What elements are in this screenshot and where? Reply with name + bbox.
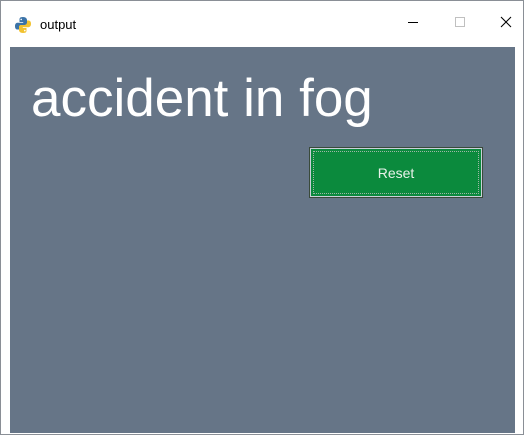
reset-button[interactable]: Reset — [309, 147, 483, 198]
maximize-icon — [454, 15, 466, 33]
maximize-button[interactable] — [437, 1, 483, 47]
python-icon — [14, 16, 32, 34]
minimize-button[interactable] — [390, 1, 436, 47]
minimize-icon — [407, 15, 419, 33]
title-bar[interactable]: output — [1, 1, 523, 47]
close-icon — [500, 15, 512, 33]
reset-button-label: Reset — [377, 164, 415, 181]
content-area: accident in fog Reset — [10, 47, 515, 433]
window-title: output — [40, 17, 77, 32]
headline-label: accident in fog — [31, 69, 373, 128]
app-window: output accident in fog Reset — [0, 0, 524, 435]
close-button[interactable] — [483, 1, 523, 47]
